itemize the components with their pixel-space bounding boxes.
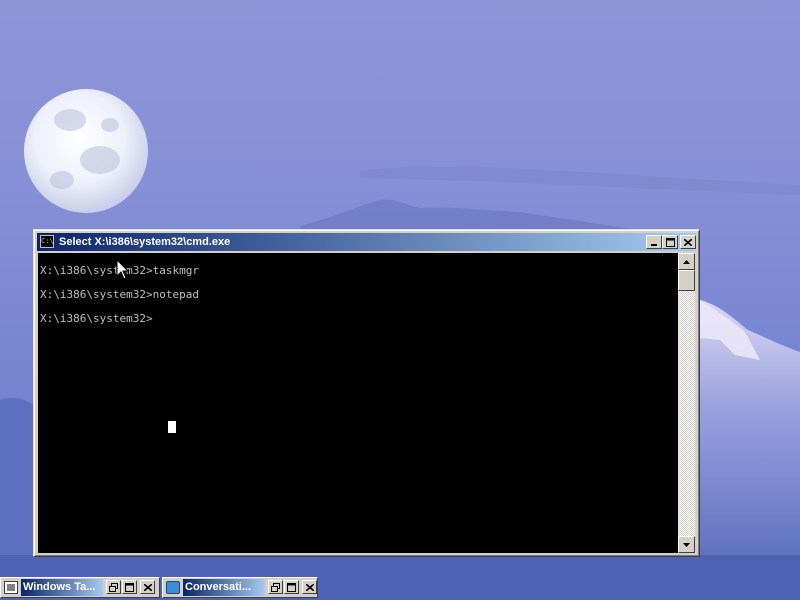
restore-icon	[271, 582, 280, 592]
minimize-button[interactable]	[646, 235, 662, 249]
mouse-pointer-icon	[116, 259, 130, 280]
close-icon	[684, 238, 692, 246]
scroll-thumb[interactable]	[678, 270, 695, 291]
close-button[interactable]	[680, 235, 696, 249]
desktop[interactable]: C:\ Select X:\i386\system32\cmd.exe X:\i…	[0, 0, 800, 600]
console-output-area[interactable]: X:\i386\system32>taskmgr X:\i386\system3…	[38, 253, 678, 553]
minimize-icon	[651, 244, 657, 246]
restore-icon	[109, 582, 118, 592]
maximize-button[interactable]	[284, 580, 299, 594]
maximize-icon	[287, 582, 296, 592]
restore-button[interactable]	[268, 580, 283, 594]
arrow-down-icon	[683, 542, 690, 547]
close-button[interactable]	[302, 580, 317, 594]
minimized-window-title: Conversati...	[183, 579, 265, 596]
minimized-window-task-manager[interactable]: Windows Ta...	[0, 577, 160, 598]
scroll-up-button[interactable]	[678, 253, 695, 270]
title-bar[interactable]: C:\ Select X:\i386\system32\cmd.exe	[37, 233, 696, 251]
cmd-window[interactable]: C:\ Select X:\i386\system32\cmd.exe X:\i…	[33, 229, 700, 557]
arrow-up-icon	[683, 259, 690, 264]
console-icon[interactable]: C:\	[40, 235, 54, 248]
console-prompt-line: X:\i386\system32>	[40, 312, 153, 325]
task-manager-icon	[4, 581, 18, 594]
scroll-down-button[interactable]	[678, 536, 695, 553]
close-button[interactable]	[140, 580, 155, 594]
minimized-window-conversation[interactable]: Conversati...	[162, 577, 318, 598]
vertical-scrollbar[interactable]	[678, 253, 695, 553]
close-icon	[143, 583, 152, 591]
maximize-icon	[125, 582, 134, 592]
window-title: Select X:\i386\system32\cmd.exe	[59, 236, 231, 248]
notepad-icon	[166, 581, 180, 594]
maximize-icon	[665, 237, 675, 247]
text-cursor	[168, 421, 176, 433]
minimized-window-title: Windows Ta...	[21, 579, 103, 596]
maximize-button[interactable]	[122, 580, 137, 594]
restore-button[interactable]	[106, 580, 121, 594]
maximize-button[interactable]	[662, 235, 678, 249]
close-icon	[305, 583, 314, 591]
console-line: X:\i386\system32>notepad	[40, 288, 199, 301]
